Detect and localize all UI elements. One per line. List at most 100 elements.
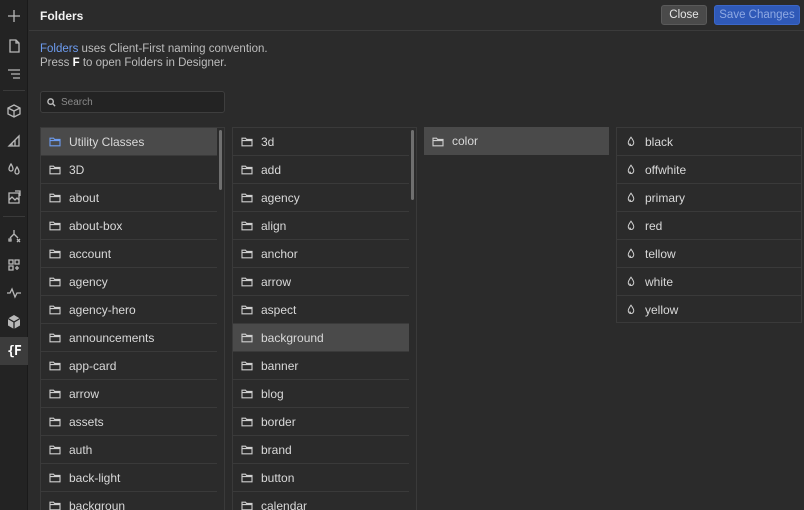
color-drop-icon <box>625 136 637 148</box>
plus-icon[interactable] <box>0 2 28 30</box>
row-label: arrow <box>69 386 100 401</box>
drops-icon[interactable] <box>0 155 28 183</box>
intro-line-2-post: to open Folders in Designer. <box>79 57 227 69</box>
search-box[interactable] <box>40 91 225 113</box>
logic-icon[interactable] <box>0 222 28 250</box>
navigator-icon[interactable] <box>0 60 28 88</box>
folder-row[interactable]: banner <box>233 352 409 380</box>
folders-f-icon[interactable]: {F <box>0 337 28 365</box>
folder-row[interactable]: auth <box>41 436 217 464</box>
folder-row[interactable]: backgroun <box>41 492 217 510</box>
row-label: Utility Classes <box>69 134 145 149</box>
header-bar: Folders Close Save Changes <box>29 0 804 31</box>
folder-icon <box>241 388 253 400</box>
folder-row[interactable]: arrow <box>41 380 217 408</box>
scrollbar[interactable] <box>411 130 414 200</box>
row-label: banner <box>261 358 299 373</box>
color-drop-icon <box>625 220 637 232</box>
search-icon <box>47 97 56 107</box>
row-label: primary <box>645 190 686 205</box>
folder-icon <box>49 276 61 288</box>
folder-row[interactable]: aspect <box>233 296 409 324</box>
folder-row[interactable]: assets <box>41 408 217 436</box>
row-label: app-card <box>69 358 117 373</box>
folder-row[interactable]: agency <box>233 184 409 212</box>
folder-row[interactable]: back-light <box>41 464 217 492</box>
folders-link[interactable]: Folders <box>40 43 78 55</box>
folder-row[interactable]: anchor <box>233 240 409 268</box>
folder-icon <box>49 136 61 148</box>
row-label: blog <box>261 386 284 401</box>
folder-icon <box>49 444 61 456</box>
folder-row[interactable]: announcements <box>41 324 217 352</box>
folder-row[interactable]: arrow <box>233 268 409 296</box>
activity-icon[interactable] <box>0 279 28 307</box>
shortcut-key: F <box>72 57 80 69</box>
row-label: about-box <box>69 218 123 233</box>
intro-line-1-text: uses Client-First naming convention. <box>78 43 268 55</box>
save-changes-button[interactable]: Save Changes <box>714 5 800 25</box>
class-row[interactable]: black <box>617 128 801 156</box>
intro-line-2-pre: Press <box>40 57 73 69</box>
folder-icon <box>241 220 253 232</box>
row-label: account <box>69 246 112 261</box>
folder-row[interactable]: agency <box>41 268 217 296</box>
intro-line-2: Press F to open Folders in Designer. <box>40 56 268 70</box>
apps-icon[interactable] <box>0 251 28 279</box>
folder-row[interactable]: calendar <box>233 492 409 510</box>
row-label: border <box>261 414 296 429</box>
class-row[interactable]: offwhite <box>617 156 801 184</box>
search-input[interactable] <box>61 96 211 108</box>
row-label: brand <box>261 442 292 457</box>
class-row[interactable]: primary <box>617 184 801 212</box>
row-label: color <box>452 134 479 148</box>
row-label: backgroun <box>69 498 126 510</box>
folder-icon <box>241 164 253 176</box>
folder-icon <box>241 304 253 316</box>
close-button[interactable]: Close <box>661 5 707 25</box>
row-label: 3d <box>261 134 275 149</box>
cube-icon[interactable] <box>0 308 28 336</box>
row-label: white <box>645 274 674 289</box>
row-label: align <box>261 218 287 233</box>
row-label: announcements <box>69 330 155 345</box>
class-row[interactable]: white <box>617 268 801 296</box>
class-row[interactable]: tellow <box>617 240 801 268</box>
folder-row[interactable]: 3D <box>41 156 217 184</box>
folder-row[interactable]: about <box>41 184 217 212</box>
class-row[interactable]: red <box>617 212 801 240</box>
folder-row[interactable]: color <box>424 127 609 155</box>
row-label: agency <box>69 274 108 289</box>
folder-row[interactable]: app-card <box>41 352 217 380</box>
folder-row[interactable]: align <box>233 212 409 240</box>
page-icon[interactable] <box>0 32 28 60</box>
folder-row[interactable]: account <box>41 240 217 268</box>
intro-line-1: Folders uses Client-First naming convent… <box>40 42 268 56</box>
folder-icon <box>49 388 61 400</box>
folder-icon <box>49 220 61 232</box>
row-label: add <box>261 162 282 177</box>
folder-row[interactable]: add <box>233 156 409 184</box>
folder-row[interactable]: about-box <box>41 212 217 240</box>
folder-row[interactable]: 3d <box>233 128 409 156</box>
folder-row[interactable]: blog <box>233 380 409 408</box>
brush-icon[interactable] <box>0 127 28 155</box>
folder-row[interactable]: button <box>233 464 409 492</box>
rail-divider <box>3 90 25 91</box>
row-label: red <box>645 218 663 233</box>
folder-column-1: Utility Classes 3D about about-box account ag… <box>40 127 225 510</box>
folder-icon <box>49 304 61 316</box>
folder-row[interactable]: agency-hero <box>41 296 217 324</box>
scrollbar[interactable] <box>219 130 222 190</box>
box-icon[interactable] <box>0 97 28 125</box>
class-row[interactable]: yellow <box>617 296 801 322</box>
class-column: black offwhite primary red tellow white yellow <box>616 127 802 323</box>
assets-icon[interactable] <box>0 183 28 211</box>
folder-row[interactable]: Utility Classes <box>41 128 217 156</box>
folder-row[interactable]: background <box>233 324 409 352</box>
row-label: black <box>645 134 674 149</box>
folder-row[interactable]: brand <box>233 436 409 464</box>
folder-icon <box>49 332 61 344</box>
folder-icon <box>241 360 253 372</box>
folder-row[interactable]: border <box>233 408 409 436</box>
